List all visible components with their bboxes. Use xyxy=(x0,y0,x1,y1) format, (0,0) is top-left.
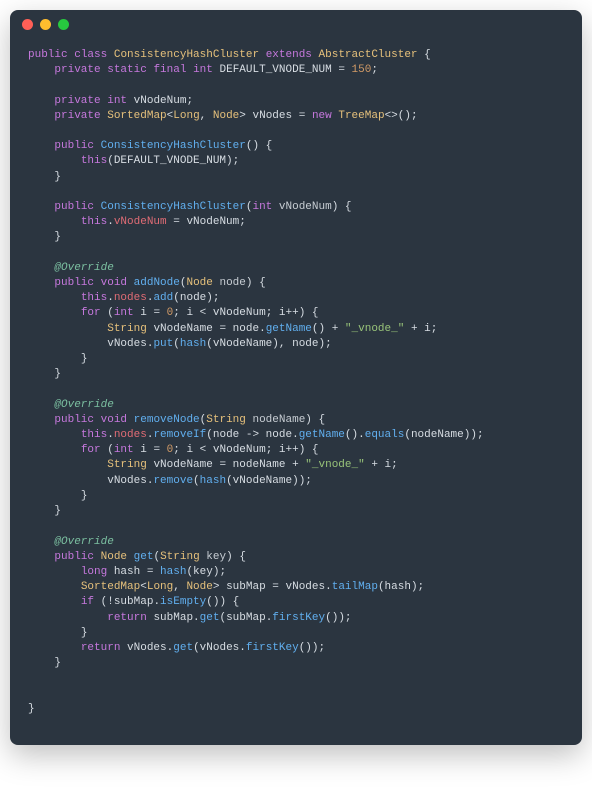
code-line: if (!subMap.isEmpty()) { xyxy=(28,596,239,608)
code-line: SortedMap<Long, Node> subMap = vNodes.ta… xyxy=(28,581,424,593)
minimize-icon[interactable] xyxy=(40,19,51,30)
code-line: } xyxy=(28,703,35,715)
code-line: } xyxy=(28,368,61,380)
code-line: return vNodes.get(vNodes.firstKey()); xyxy=(28,642,325,654)
code-line: } xyxy=(28,490,87,502)
code-line: this.nodes.add(node); xyxy=(28,292,219,304)
code-line: vNodes.put(hash(vNodeName), node); xyxy=(28,338,332,350)
code-line: public void addNode(Node node) { xyxy=(28,277,266,289)
code-line: for (int i = 0; i < vNodeNum; i++) { xyxy=(28,307,319,319)
code-line: } xyxy=(28,353,87,365)
code-line: @Override xyxy=(28,536,114,548)
code-line: this.nodes.removeIf(node -> node.getName… xyxy=(28,429,484,441)
code-line: public ConsistencyHashCluster(int vNodeN… xyxy=(28,201,352,213)
code-line: public void removeNode(String nodeName) … xyxy=(28,414,325,426)
code-line: } xyxy=(28,627,87,639)
code-line: String vNodeName = node.getName() + "_vn… xyxy=(28,323,437,335)
code-line: } xyxy=(28,657,61,669)
code-line: } xyxy=(28,231,61,243)
maximize-icon[interactable] xyxy=(58,19,69,30)
code-line: } xyxy=(28,171,61,183)
code-line: public ConsistencyHashCluster() { xyxy=(28,140,272,152)
code-line: public class ConsistencyHashCluster exte… xyxy=(28,49,431,61)
code-block: public class ConsistencyHashCluster exte… xyxy=(10,38,582,745)
code-line: this.vNodeNum = vNodeNum; xyxy=(28,216,246,228)
code-line: @Override xyxy=(28,262,114,274)
code-line: } xyxy=(28,505,61,517)
code-line: private int vNodeNum; xyxy=(28,95,193,107)
code-line: String vNodeName = nodeName + "_vnode_" … xyxy=(28,459,398,471)
code-line: private SortedMap<Long, Node> vNodes = n… xyxy=(28,110,418,122)
code-line: this(DEFAULT_VNODE_NUM); xyxy=(28,155,239,167)
code-line: long hash = hash(key); xyxy=(28,566,226,578)
code-line: return subMap.get(subMap.firstKey()); xyxy=(28,612,352,624)
code-line: for (int i = 0; i < vNodeNum; i++) { xyxy=(28,444,319,456)
code-line: vNodes.remove(hash(vNodeName)); xyxy=(28,475,312,487)
window-titlebar xyxy=(10,10,582,38)
code-line: public Node get(String key) { xyxy=(28,551,246,563)
close-icon[interactable] xyxy=(22,19,33,30)
code-line: private static final int DEFAULT_VNODE_N… xyxy=(28,64,378,76)
code-window: public class ConsistencyHashCluster exte… xyxy=(10,10,582,745)
code-line: @Override xyxy=(28,399,114,411)
